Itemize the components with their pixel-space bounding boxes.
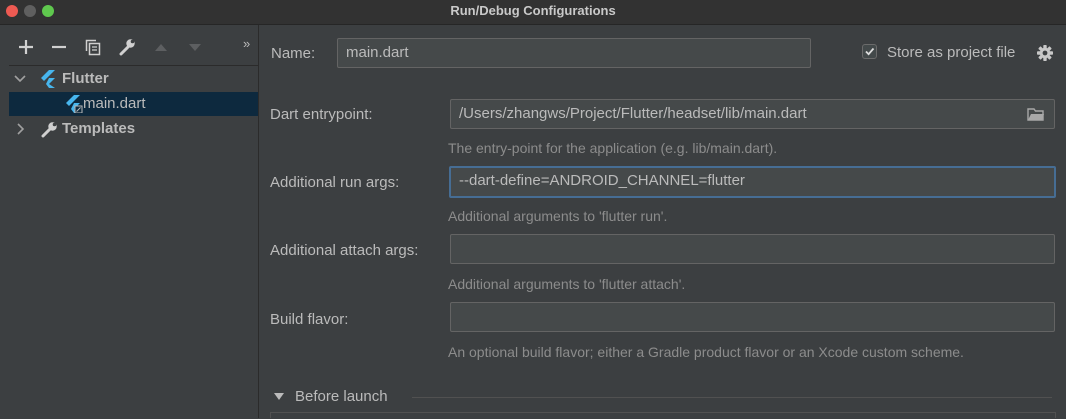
build-flavor-hint: An optional build flavor; either a Gradl… [448, 344, 964, 360]
build-flavor-input[interactable] [450, 302, 1055, 332]
window-title: Run/Debug Configurations [450, 3, 616, 18]
tree-item-flutter[interactable]: Flutter [9, 67, 258, 91]
additional-run-args-hint: Additional arguments to 'flutter run'. [448, 208, 668, 224]
move-up-button[interactable] [151, 37, 171, 57]
more-button[interactable]: » [243, 36, 255, 56]
additional-run-args-input[interactable]: --dart-define=ANDROID_CHANNEL=flutter [449, 166, 1056, 198]
dart-entrypoint-hint: The entry-point for the application (e.g… [448, 140, 778, 156]
wrench-icon [119, 39, 135, 56]
remove-button[interactable] [49, 37, 69, 57]
sidebar-toolbar: » [0, 25, 258, 65]
additional-attach-args-label: Additional attach args: [270, 242, 419, 259]
configurations-sidebar: » Flutter main.dart Templates [0, 25, 259, 418]
build-flavor-label: Build flavor: [270, 311, 349, 328]
name-label: Name: [271, 45, 316, 62]
flutter-icon [41, 70, 55, 88]
dart-entrypoint-label: Dart entrypoint: [270, 106, 373, 123]
chevron-down-icon[interactable] [14, 74, 26, 84]
gear-icon[interactable] [1036, 44, 1054, 62]
copy-icon [85, 39, 101, 56]
additional-run-args-label: Additional run args: [270, 174, 400, 191]
title-bar: Run/Debug Configurations [0, 0, 1066, 25]
more-icon: » [243, 36, 251, 51]
move-down-button[interactable] [185, 37, 205, 57]
dart-entrypoint-value: /Users/zhangws/Project/Flutter/headset/l… [459, 105, 807, 122]
flutter-config-icon [66, 95, 83, 113]
chevron-right-icon[interactable] [16, 123, 26, 135]
before-launch-label[interactable]: Before launch [295, 388, 388, 405]
remove-icon [52, 45, 66, 49]
copy-button[interactable] [83, 37, 103, 57]
section-divider [412, 397, 1052, 398]
tree-item-label: Templates [62, 120, 136, 137]
store-as-project-file-label[interactable]: Store as project file [887, 44, 1015, 61]
edit-templates-button[interactable] [117, 37, 137, 57]
checkmark-icon [865, 47, 875, 56]
folder-icon[interactable] [1027, 107, 1045, 121]
move-down-icon [189, 44, 201, 51]
store-as-project-file-checkbox[interactable] [862, 44, 877, 59]
tree-item-label: Flutter [62, 70, 109, 87]
additional-attach-args-hint: Additional arguments to 'flutter attach'… [448, 276, 686, 292]
configurations-tree: Flutter main.dart Templates [9, 65, 258, 419]
add-button[interactable] [16, 37, 36, 57]
before-launch-list [270, 412, 1056, 418]
add-icon [19, 40, 33, 54]
tree-item-main-dart[interactable]: main.dart [9, 92, 258, 116]
tree-item-templates[interactable]: Templates [9, 117, 258, 141]
chevron-down-icon[interactable] [273, 392, 285, 401]
tree-item-label: main.dart [83, 95, 146, 112]
wrench-icon [41, 122, 57, 138]
additional-attach-args-input[interactable] [450, 234, 1055, 264]
dart-entrypoint-input[interactable]: /Users/zhangws/Project/Flutter/headset/l… [450, 99, 1055, 129]
name-input[interactable]: main.dart [337, 38, 811, 68]
move-up-icon [155, 44, 167, 51]
